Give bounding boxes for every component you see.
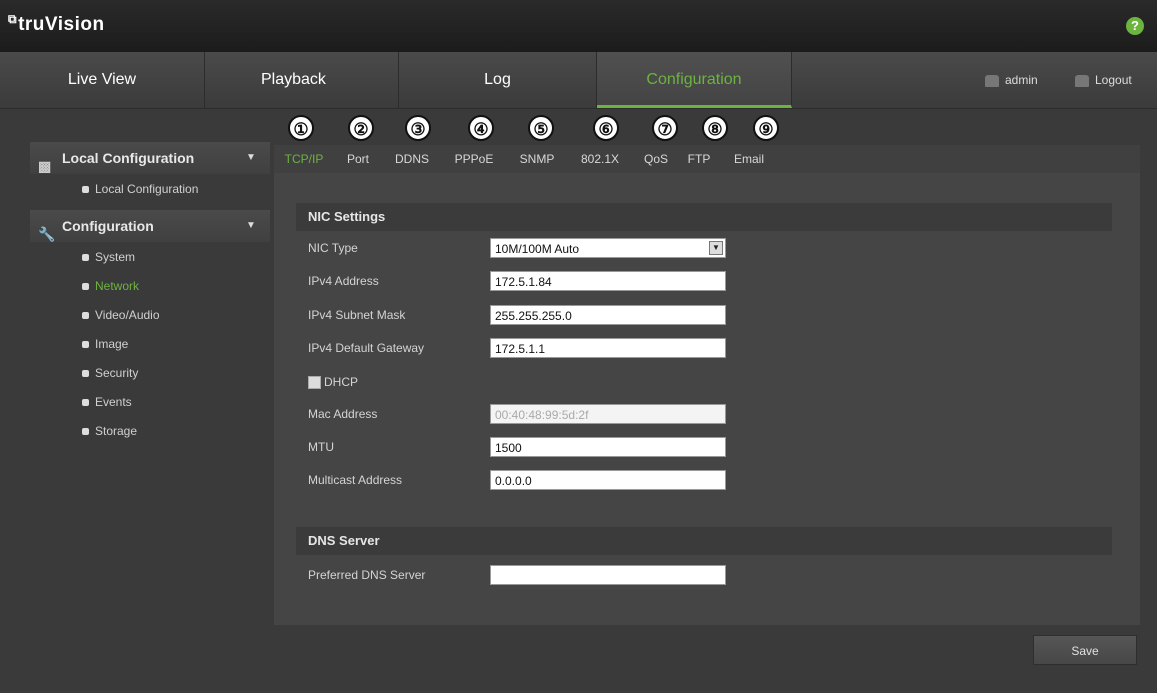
callout-5: ⑤ xyxy=(528,115,554,141)
tab-ftp[interactable]: FTP xyxy=(682,145,716,173)
tab-8021x[interactable]: 802.1X xyxy=(572,145,628,173)
chevron-down-icon: ▼ xyxy=(246,220,256,231)
subnet-mask-label: IPv4 Subnet Mask xyxy=(308,308,406,322)
dns-server-header: DNS Server xyxy=(296,527,1112,555)
sidebar-item-label: Video/Audio xyxy=(95,308,160,322)
callout-8: ⑧ xyxy=(702,115,728,141)
ipv4-address-input[interactable]: 172.5.1.84 xyxy=(490,271,726,291)
section-label: Local Configuration xyxy=(62,150,195,166)
brand-bar: ⧉truVision ? xyxy=(0,0,1157,52)
sidebar-item-security[interactable]: Security xyxy=(82,362,138,384)
sidebar-item-label: Storage xyxy=(95,424,138,438)
sidebar-item-events[interactable]: Events xyxy=(82,391,132,413)
sidebar-section-local-configuration[interactable]: ▩ Local Configuration ▼ xyxy=(30,142,270,174)
callout-3: ③ xyxy=(405,115,431,141)
tab-snmp[interactable]: SNMP xyxy=(512,145,562,173)
multicast-address-label: Multicast Address xyxy=(308,473,403,487)
wrench-icon: 🔧 xyxy=(38,226,56,242)
mtu-label: MTU xyxy=(308,440,334,454)
tab-pppoe[interactable]: PPPoE xyxy=(446,145,502,173)
user-icon xyxy=(985,74,999,87)
bullet-icon xyxy=(82,283,89,291)
default-gateway-input[interactable]: 172.5.1.1 xyxy=(490,338,726,358)
tab-port[interactable]: Port xyxy=(340,145,376,173)
sidebar-item-label: Network xyxy=(95,279,140,293)
bullet-icon xyxy=(82,254,89,262)
default-gateway-label: IPv4 Default Gateway xyxy=(308,341,425,355)
user-menu[interactable]: admin xyxy=(985,73,1038,87)
sidebar-section-configuration[interactable]: 🔧 Configuration ▼ xyxy=(30,210,270,242)
tab-live-view[interactable]: Live View xyxy=(0,52,205,108)
sidebar-item-label: Image xyxy=(95,337,129,351)
mac-address-label: Mac Address xyxy=(308,407,378,421)
save-button[interactable]: Save xyxy=(1033,635,1137,665)
sidebar-item-label: Security xyxy=(95,366,139,380)
tab-tcpip[interactable]: TCP/IP xyxy=(278,145,330,173)
subnet-mask-input[interactable]: 255.255.255.0 xyxy=(490,305,726,325)
dhcp-label: DHCP xyxy=(324,375,359,389)
tab-playback[interactable]: Playback xyxy=(205,52,399,108)
section-label: Configuration xyxy=(62,218,154,234)
chevron-down-icon: ▼ xyxy=(709,241,723,255)
callout-4: ④ xyxy=(468,115,494,141)
tcpip-panel: NIC Settings NIC Type 10M/100M Auto ▼ IP… xyxy=(274,173,1140,625)
bullet-icon xyxy=(82,399,89,407)
nic-type-select[interactable]: 10M/100M Auto ▼ xyxy=(490,238,726,258)
bullet-icon xyxy=(82,186,89,194)
logo-text: truVision xyxy=(18,14,105,35)
bullet-icon xyxy=(82,370,89,378)
logout-label: Logout xyxy=(1095,73,1132,87)
bullet-icon xyxy=(82,428,89,436)
sidebar: ▩ Local Configuration ▼ Local Configurat… xyxy=(30,140,270,693)
nic-settings-header: NIC Settings xyxy=(296,203,1112,231)
sidebar-item-local-configuration[interactable]: Local Configuration xyxy=(82,178,198,200)
dhcp-checkbox[interactable] xyxy=(308,376,321,389)
username: admin xyxy=(1005,73,1038,87)
bullet-icon xyxy=(82,312,89,320)
tab-configuration[interactable]: Configuration xyxy=(597,52,792,108)
nic-type-value: 10M/100M Auto xyxy=(495,242,580,256)
callout-9: ⑨ xyxy=(753,115,779,141)
truvision-logo: ⧉truVision xyxy=(8,12,105,36)
callout-7: ⑦ xyxy=(652,115,678,141)
tab-ddns[interactable]: DDNS xyxy=(388,145,436,173)
network-subtabs: TCP/IP Port DDNS PPPoE SNMP 802.1X QoS F… xyxy=(274,145,1140,173)
nic-type-label: NIC Type xyxy=(308,241,358,255)
bullet-icon xyxy=(82,341,89,349)
multicast-address-input[interactable]: 0.0.0.0 xyxy=(490,470,726,490)
callout-6: ⑥ xyxy=(593,115,619,141)
tab-email[interactable]: Email xyxy=(726,145,772,173)
callout-2: ② xyxy=(348,115,374,141)
tab-log[interactable]: Log xyxy=(399,52,597,108)
logo-mark-icon: ⧉ xyxy=(8,12,18,26)
chevron-down-icon: ▼ xyxy=(246,152,256,163)
sidebar-item-label: Events xyxy=(95,395,132,409)
ipv4-address-label: IPv4 Address xyxy=(308,274,379,288)
sidebar-item-storage[interactable]: Storage xyxy=(82,420,137,442)
monitor-icon: ▩ xyxy=(38,158,52,174)
sidebar-item-network[interactable]: Network xyxy=(82,275,139,297)
sidebar-item-label: Local Configuration xyxy=(95,182,199,196)
help-icon[interactable]: ? xyxy=(1126,17,1144,35)
sidebar-item-system[interactable]: System xyxy=(82,246,135,268)
logout-button[interactable]: Logout xyxy=(1075,73,1132,87)
main-nav: Live View Playback Log Configuration adm… xyxy=(0,52,1157,109)
sidebar-item-video-audio[interactable]: Video/Audio xyxy=(82,304,160,326)
preferred-dns-label: Preferred DNS Server xyxy=(308,568,426,582)
sidebar-item-label: System xyxy=(95,250,136,264)
callout-1: ① xyxy=(288,115,314,141)
mac-address-field: 00:40:48:99:5d:2f xyxy=(490,404,726,424)
preferred-dns-input[interactable] xyxy=(490,565,726,585)
mtu-input[interactable]: 1500 xyxy=(490,437,726,457)
logout-icon xyxy=(1075,74,1089,87)
sidebar-item-image[interactable]: Image xyxy=(82,333,128,355)
tab-qos[interactable]: QoS xyxy=(638,145,674,173)
